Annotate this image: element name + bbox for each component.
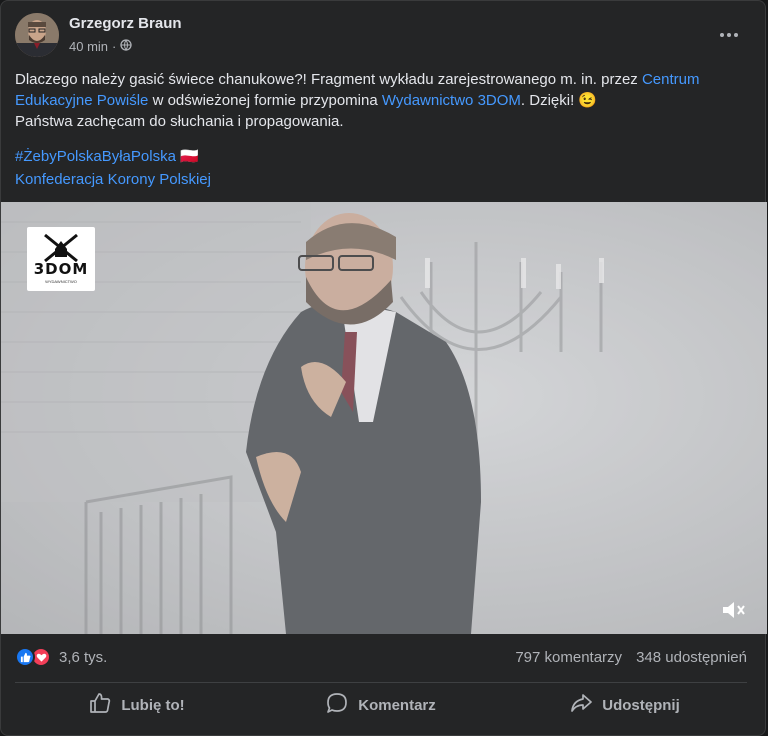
globe-icon (120, 39, 133, 54)
post-meta: 40 min · (69, 39, 133, 54)
engagement-stats: 3,6 tys. 797 komentarzy 348 udostępnień (15, 647, 747, 669)
post-text-line: Państwa zachęcam do słuchania i propagow… (15, 113, 344, 130)
avatar[interactable] (15, 13, 59, 57)
logo-subtext: WYDAWNICTWO (45, 279, 77, 284)
divider (15, 682, 747, 683)
share-label: Udostępnij (602, 696, 680, 714)
reactions-count[interactable]: 3,6 tys. (59, 649, 107, 666)
video-player[interactable]: 3DOM WYDAWNICTWO (1, 202, 767, 634)
logo-text: 3DOM (33, 260, 89, 278)
post-time[interactable]: 40 min (69, 39, 108, 54)
share-arrow-icon (570, 692, 593, 718)
publisher-logo: 3DOM WYDAWNICTWO (27, 227, 95, 291)
video-frame (1, 202, 767, 634)
dot (727, 33, 731, 37)
share-button[interactable]: Udostępnij (503, 684, 747, 726)
like-reaction-icon (15, 647, 35, 667)
author-name[interactable]: Grzegorz Braun (69, 15, 182, 32)
reactions-summary[interactable]: 3,6 tys. (15, 647, 107, 667)
post-text-part: . Dzięki! 😉 (520, 92, 598, 109)
hashtag-link[interactable]: #ŻebyPolskaByłaPolska 🇵🇱 (15, 145, 211, 168)
shares-count[interactable]: 348 udostępnień (636, 649, 747, 666)
hashtag-text[interactable]: #ŻebyPolskaByłaPolska (15, 148, 176, 165)
action-bar: Lubię to! Komentarz Udostępnij (15, 684, 747, 726)
flag-emoji: 🇵🇱 (180, 148, 199, 165)
post-text-part: w odświeżonej formie przypomina (148, 92, 382, 109)
post-text-part: Dlaczego należy gasić świece chanukowe?!… (15, 71, 642, 88)
thumbs-up-icon (89, 692, 111, 718)
dot (720, 33, 724, 37)
comment-button[interactable]: Komentarz (259, 684, 503, 726)
post-header: Grzegorz Braun 40 min · (15, 13, 751, 59)
meta-separator: · (112, 39, 117, 54)
more-options-button[interactable] (715, 23, 743, 47)
like-button[interactable]: Lubię to! (15, 684, 259, 726)
comments-count[interactable]: 797 komentarzy (515, 649, 622, 666)
post-tags: #ŻebyPolskaByłaPolska 🇵🇱 Konfederacja Ko… (15, 145, 211, 191)
page-link[interactable]: Konfederacja Korony Polskiej (15, 168, 211, 191)
post-text: Dlaczego należy gasić świece chanukowe?!… (15, 69, 753, 132)
post-card: Grzegorz Braun 40 min · Dlaczego należy … (0, 0, 767, 736)
like-label: Lubię to! (121, 696, 185, 714)
speaker-muted-icon[interactable] (721, 600, 747, 620)
mention-link-wydawnictwo[interactable]: Wydawnictwo 3DOM (382, 92, 521, 109)
right-stats: 797 komentarzy 348 udostępnień (515, 649, 747, 666)
comment-label: Komentarz (358, 696, 436, 714)
comment-icon (326, 692, 348, 718)
dot (734, 33, 738, 37)
